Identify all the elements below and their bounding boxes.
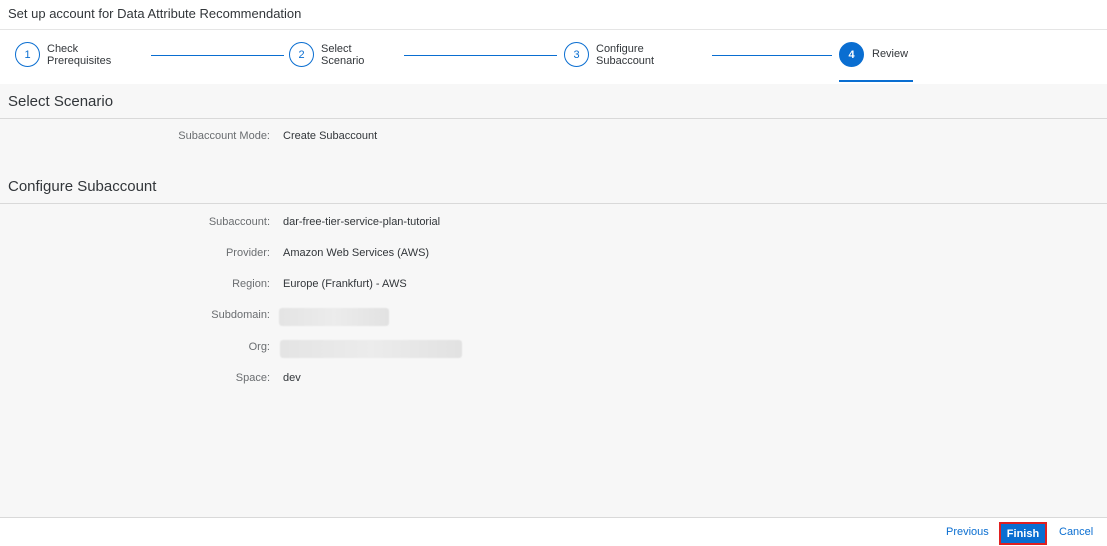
step-connector bbox=[712, 55, 832, 56]
field-provider: Provider: Amazon Web Services (AWS) bbox=[0, 244, 1107, 264]
section-title-text: Configure Subaccount bbox=[8, 178, 157, 195]
previous-button[interactable]: Previous bbox=[946, 526, 989, 538]
finish-button[interactable]: Finish bbox=[999, 522, 1047, 545]
field-label: Provider: bbox=[225, 247, 270, 259]
section-title-text: Select Scenario bbox=[8, 93, 114, 110]
step-number-badge: 4 bbox=[839, 42, 864, 67]
field-subaccount: Subaccount: dar-free-tier-service-plan-t… bbox=[0, 213, 1107, 233]
field-label: Subaccount: bbox=[208, 216, 270, 228]
field-value: dev bbox=[283, 372, 301, 384]
field-label: Space: bbox=[235, 372, 270, 384]
field-region: Region: Europe (Frankfurt) - AWS bbox=[0, 275, 1107, 295]
step-label: Review bbox=[872, 48, 909, 60]
redacted-value bbox=[279, 308, 389, 326]
field-label: Subdomain: bbox=[211, 309, 270, 321]
step-connector bbox=[151, 55, 284, 56]
field-value: Amazon Web Services (AWS) bbox=[283, 247, 430, 259]
field-label: Region: bbox=[232, 278, 270, 290]
wizard-step-check-prerequisites[interactable]: 1 Check Prerequisites bbox=[15, 42, 127, 67]
section-title-configure-subaccount: Configure Subaccount bbox=[0, 169, 1107, 204]
field-value: dar-free-tier-service-plan-tutorial bbox=[283, 216, 441, 228]
step-label: Select Scenario bbox=[321, 42, 365, 67]
dialog-title-text: Set up account for Data Attribute Recomm… bbox=[8, 6, 302, 21]
wizard-step-select-scenario[interactable]: 2 Select Scenario bbox=[289, 42, 381, 67]
field-value: Create Subaccount bbox=[283, 130, 378, 142]
active-step-indicator bbox=[839, 80, 913, 82]
redacted-value bbox=[280, 340, 462, 358]
step-connector bbox=[404, 55, 557, 56]
field-label: Org: bbox=[248, 341, 270, 353]
section-title-select-scenario: Select Scenario bbox=[0, 84, 1107, 119]
field-subaccount-mode: Subaccount Mode: Create Subaccount bbox=[0, 127, 1107, 147]
step-label: Check Prerequisites bbox=[47, 42, 112, 67]
field-subdomain: Subdomain: bbox=[0, 306, 1107, 326]
field-label: Subaccount Mode: bbox=[178, 130, 270, 142]
wizard-progress-bar: 1 Check Prerequisites 2 Select Scenario … bbox=[0, 30, 1107, 84]
step-label: Configure Subaccount bbox=[596, 42, 655, 67]
field-value: Europe (Frankfurt) - AWS bbox=[283, 278, 407, 290]
cancel-button[interactable]: Cancel bbox=[1059, 526, 1093, 538]
step-number-badge: 2 bbox=[289, 42, 314, 67]
field-org: Org: bbox=[0, 338, 1107, 358]
dialog-footer: Previous Finish Cancel bbox=[0, 517, 1107, 546]
wizard-step-review[interactable]: 4 Review bbox=[839, 42, 952, 67]
dialog-title: Set up account for Data Attribute Recomm… bbox=[0, 0, 1107, 30]
review-content: Select Scenario Subaccount Mode: Create … bbox=[0, 84, 1107, 517]
step-number-badge: 1 bbox=[15, 42, 40, 67]
field-space: Space: dev bbox=[0, 369, 1107, 389]
step-number-badge: 3 bbox=[564, 42, 589, 67]
wizard-step-configure-subaccount[interactable]: 3 Configure Subaccount bbox=[564, 42, 666, 67]
